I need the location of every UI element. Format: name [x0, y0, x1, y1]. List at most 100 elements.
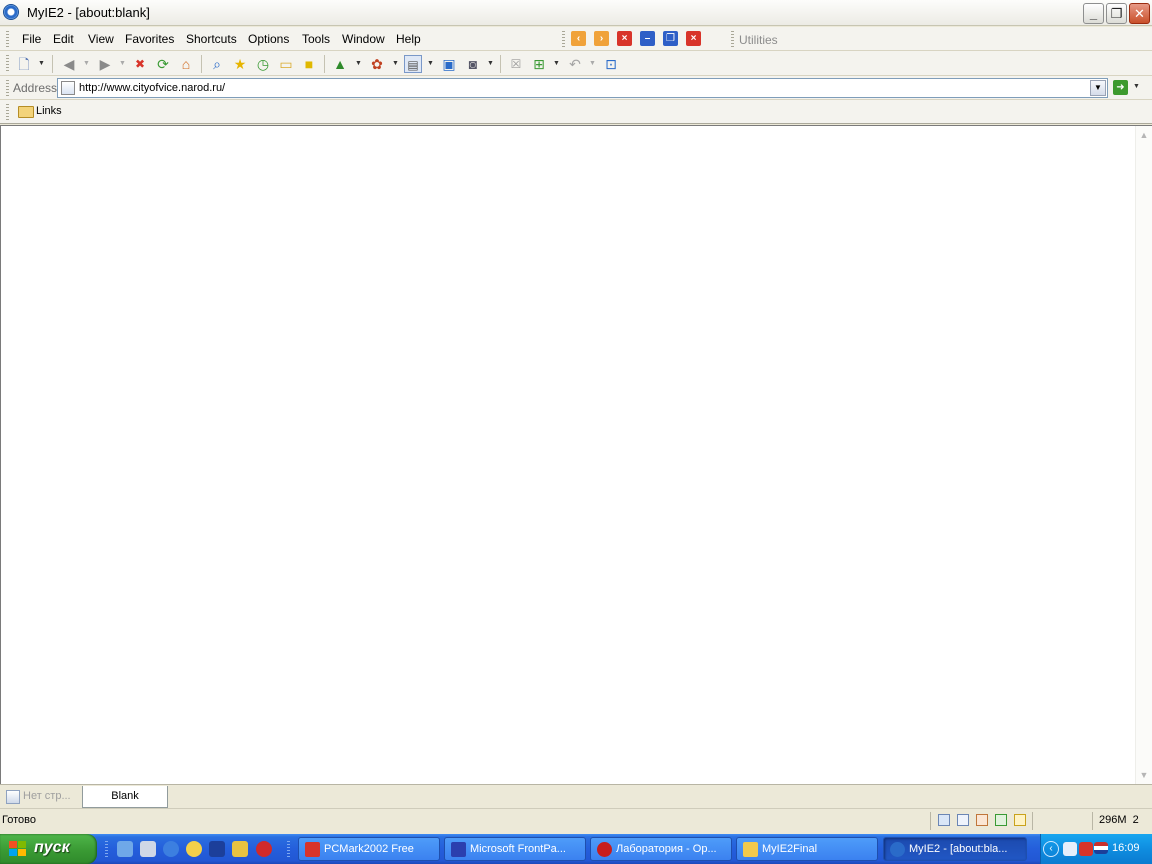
task-opera[interactable]: Лаборатория - Op...	[590, 837, 732, 861]
undo-close-dropdown-icon[interactable]: ▼	[589, 60, 596, 67]
favorites-button[interactable]: ★	[231, 55, 249, 73]
menu-help[interactable]: Help	[396, 32, 421, 46]
quicklaunch-grip[interactable]	[105, 841, 108, 859]
menu-grip[interactable]	[6, 31, 9, 47]
back-dropdown-icon[interactable]: ▼	[83, 60, 90, 67]
new-dropdown-icon[interactable]: ▼	[38, 60, 45, 67]
task-myie2[interactable]: MyIE2 - [about:bla...	[883, 837, 1027, 861]
stop-button[interactable]: ✖	[131, 55, 149, 73]
new-button[interactable]: 🗋	[15, 55, 33, 73]
address-grip[interactable]	[6, 80, 9, 96]
tray-expand-icon[interactable]: ‹	[1043, 841, 1059, 857]
add-tab-dropdown-icon[interactable]: ▼	[553, 60, 560, 67]
home-button[interactable]: ⌂	[177, 55, 195, 73]
flag-tray-icon[interactable]	[1094, 842, 1108, 854]
utilities-grip[interactable]	[731, 31, 734, 47]
menu-window[interactable]: Window	[342, 32, 385, 46]
task-frontpage[interactable]: Microsoft FrontPa...	[444, 837, 586, 861]
close-button[interactable]: ✕	[1129, 3, 1150, 24]
go-dropdown-icon[interactable]: ▼	[1133, 83, 1140, 90]
page-icon: ▤	[407, 58, 419, 72]
address-input[interactable]	[79, 80, 1084, 96]
status-image-icon[interactable]	[976, 814, 988, 826]
prev-window-button[interactable]: ‹	[571, 31, 586, 46]
address-field[interactable]: ▼	[57, 78, 1108, 98]
tree-button[interactable]: ▲	[331, 55, 349, 73]
links-grip[interactable]	[6, 104, 9, 120]
forward-button[interactable]: ▶	[96, 55, 114, 73]
task-pcmark[interactable]: PCMark2002 Free	[298, 837, 440, 861]
books-quicklaunch-icon[interactable]	[209, 841, 225, 857]
scroll-down-icon[interactable]: ▼	[1139, 770, 1149, 780]
add-tab-button[interactable]: ⊞	[530, 55, 548, 73]
utilities-label[interactable]: Utilities	[739, 33, 778, 47]
toolbar-separator	[52, 55, 53, 73]
history-button[interactable]: ◷	[254, 55, 272, 73]
address-dropdown-button[interactable]: ▼	[1090, 80, 1106, 96]
browser-quicklaunch-icon[interactable]	[163, 841, 179, 857]
menu-edit[interactable]: Edit	[53, 32, 74, 46]
menu-options[interactable]: Options	[248, 32, 289, 46]
restore-button[interactable]: ❐	[1106, 3, 1127, 24]
page-button[interactable]: ▤	[404, 55, 422, 73]
links-folder-icon[interactable]	[18, 106, 34, 118]
undo-close-button[interactable]: ↶	[566, 55, 584, 73]
status-script-icon[interactable]	[957, 814, 969, 826]
tools-quicklaunch-icon[interactable]	[232, 841, 248, 857]
scroll-up-icon[interactable]: ▲	[1139, 130, 1149, 140]
status-activex-icon[interactable]	[1014, 814, 1026, 826]
task-myie2final[interactable]: MyIE2Final	[736, 837, 878, 861]
ie-quicklaunch-icon[interactable]	[117, 841, 133, 857]
auto-save-button[interactable]: ⊡	[602, 55, 620, 73]
menu-shortcuts[interactable]: Shortcuts	[186, 32, 237, 46]
close-all-button[interactable]: ×	[686, 31, 701, 46]
close-window-button[interactable]: ×	[617, 31, 632, 46]
language-tray-icon[interactable]	[1063, 842, 1077, 856]
media-player-quicklaunch-icon[interactable]	[186, 841, 202, 857]
plugin-dropdown-icon[interactable]: ▼	[392, 60, 399, 67]
open-folder-button[interactable]: ▭	[277, 55, 295, 73]
links-label[interactable]: Links	[36, 105, 62, 117]
minimize-button[interactable]: _	[1083, 3, 1104, 24]
plugin-button[interactable]: ✿	[368, 55, 386, 73]
clock[interactable]: 16:09	[1112, 842, 1140, 854]
start-button[interactable]: пуск	[0, 834, 97, 864]
page-dropdown-icon[interactable]: ▼	[427, 60, 434, 67]
tab-no-page[interactable]: Нет стр...	[2, 786, 81, 808]
menu-tools[interactable]: Tools	[302, 32, 330, 46]
forward-dropdown-icon[interactable]: ▼	[119, 60, 126, 67]
menu-file[interactable]: File	[22, 32, 41, 46]
proxy-dropdown-icon[interactable]: ▼	[487, 60, 494, 67]
title-bar[interactable]: MyIE2 - [about:blank] _ ❐ ✕	[0, 0, 1152, 26]
vertical-scrollbar[interactable]: ▲ ▼	[1135, 126, 1152, 784]
status-sound-icon[interactable]	[995, 814, 1007, 826]
tab-blank[interactable]: Blank	[82, 786, 168, 808]
back-button[interactable]: ◀	[60, 55, 78, 73]
popup-button[interactable]: ▣	[440, 55, 458, 73]
ati-tray-icon[interactable]	[1079, 842, 1093, 856]
minimize-window-button[interactable]: –	[640, 31, 655, 46]
address-bar: Address ▼ ➜ ▼	[0, 76, 1152, 100]
menu-favorites[interactable]: Favorites	[125, 32, 174, 46]
browser-viewport[interactable]: ▲ ▼	[0, 125, 1152, 784]
tasks-grip[interactable]	[287, 841, 290, 859]
desktop-quicklaunch-icon[interactable]	[140, 841, 156, 857]
opera-quicklaunch-icon[interactable]	[256, 841, 272, 857]
next-window-button[interactable]: ›	[594, 31, 609, 46]
window-buttons-grip[interactable]	[562, 31, 565, 47]
myie2-icon	[890, 842, 905, 857]
proxy-button[interactable]: ◙	[464, 55, 482, 73]
notes-button[interactable]: ■	[300, 55, 318, 73]
favorites-icon: ★	[233, 56, 247, 72]
status-globe-icon[interactable]	[938, 814, 950, 826]
refresh-button[interactable]: ⟳	[154, 55, 172, 73]
menu-view[interactable]: View	[88, 32, 114, 46]
restore-window-button[interactable]: ❐	[663, 31, 678, 46]
myie2-app-icon[interactable]	[3, 4, 19, 20]
search-button[interactable]: ⌕	[208, 55, 226, 73]
go-button[interactable]: ➜	[1113, 80, 1128, 95]
toolbar-grip[interactable]	[6, 55, 9, 72]
task-label: PCMark2002 Free	[324, 843, 414, 855]
close-tab-button[interactable]: ☒	[507, 55, 525, 73]
tree-dropdown-icon[interactable]: ▼	[355, 60, 362, 67]
